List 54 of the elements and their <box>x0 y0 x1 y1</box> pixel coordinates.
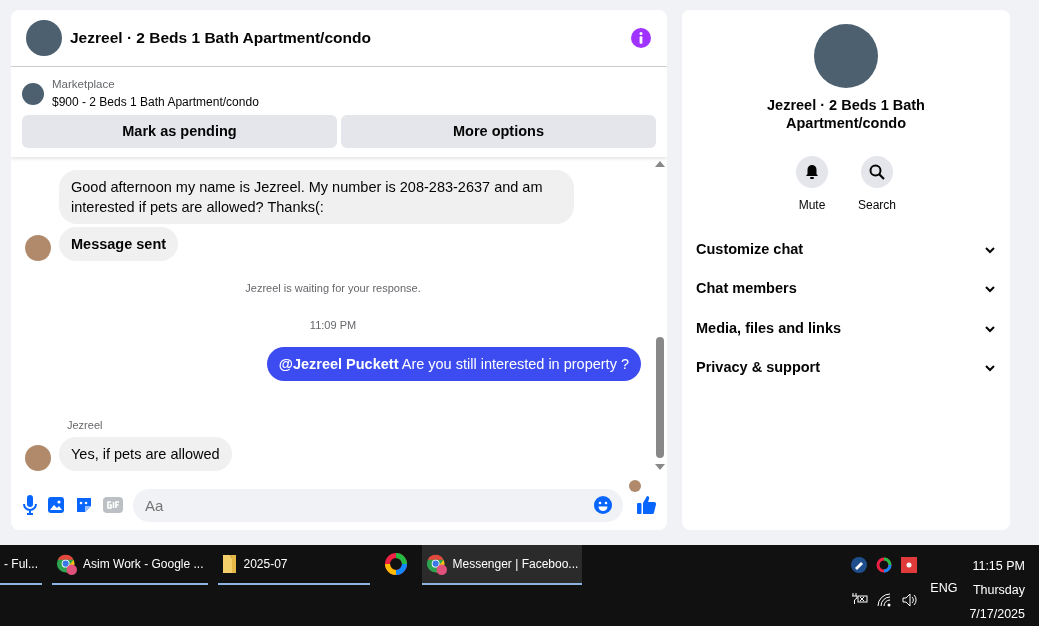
chevron-icon <box>984 364 996 373</box>
scroll-up-icon[interactable] <box>655 161 665 168</box>
sender-name: Jezreel <box>67 418 103 434</box>
message-bubble: Message sent <box>59 227 179 262</box>
quick-action-label: Search <box>858 197 896 214</box>
chevron-icon <box>984 285 996 294</box>
microphone-icon[interactable] <box>23 495 37 515</box>
battery-icon[interactable] <box>851 593 869 605</box>
browser-icon <box>425 553 447 575</box>
chat-title: Jezreel · 2 Beds 1 Bath Apartment/condo <box>70 28 372 49</box>
quick-action-button[interactable] <box>796 156 828 188</box>
message-bubble: @Jezreel Puckett Are you still interested in property ? <box>266 347 641 382</box>
action-button[interactable]: Mark as pending <box>22 115 337 149</box>
tray-app-icon[interactable] <box>851 557 868 573</box>
browser-icon <box>56 553 77 575</box>
status-notice: Jezreel is waiting for your response. <box>244 281 422 297</box>
message-bubble: Good afternoon my name is Jezreel. My number is 208-283-2637 and am interested if pets are allowed? Thanks(: <box>59 170 574 225</box>
section-header[interactable]: Media, files and links <box>696 309 996 349</box>
photo-placeholder <box>22 82 44 105</box>
timestamp: 11:09 PM <box>308 317 358 333</box>
action-button[interactable]: More options <box>341 115 656 149</box>
thumbs-up-icon[interactable] <box>637 495 657 515</box>
details-title: Jezreel · 2 Beds 1 Bath Apartment/condo <box>766 96 926 132</box>
chevron-icon <box>984 324 996 333</box>
seen-avatar <box>629 479 641 492</box>
chevron-icon <box>984 245 996 254</box>
message-field[interactable]: Aa <box>133 488 623 522</box>
photo-placeholder <box>26 20 62 56</box>
info-icon[interactable] <box>631 28 651 48</box>
taskbar-item[interactable]: Messenger | Faceboo... <box>421 545 583 585</box>
quick-action-button[interactable] <box>861 156 893 188</box>
folder-icon <box>221 554 238 574</box>
speaker-icon[interactable] <box>902 593 919 607</box>
scroll-down-icon[interactable] <box>655 464 665 470</box>
section-header[interactable]: Privacy & support <box>696 348 996 388</box>
tray-app-icon[interactable] <box>901 557 918 573</box>
listing-source: Marketplace <box>52 77 116 92</box>
sticker-icon[interactable] <box>75 496 93 514</box>
section-header[interactable]: Chat members <box>696 269 996 309</box>
quick-action-label: Mute <box>798 197 826 214</box>
image-icon[interactable] <box>47 496 65 514</box>
bell-icon <box>804 164 820 180</box>
listing-title: $900 - 2 Beds 1 Bath Apartment/condo <box>52 94 259 112</box>
language-indicator[interactable]: ENG <box>930 553 958 626</box>
search-icon <box>869 164 885 180</box>
taskbar-item[interactable]: 2025-07 <box>217 545 370 585</box>
app-icon <box>383 552 408 576</box>
tray-app-icon[interactable] <box>876 557 893 573</box>
taskbar-item[interactable]: - Ful... <box>0 545 42 585</box>
message-bubble: Yes, if pets are allowed <box>59 436 232 471</box>
scroll-thumb[interactable] <box>656 337 664 458</box>
section-header[interactable]: Customize chat <box>696 230 996 270</box>
taskbar-item[interactable]: Asim Work - Google ... <box>52 545 208 585</box>
clock[interactable]: 11:15 PM Thursday 7/17/2025 <box>969 553 1025 626</box>
